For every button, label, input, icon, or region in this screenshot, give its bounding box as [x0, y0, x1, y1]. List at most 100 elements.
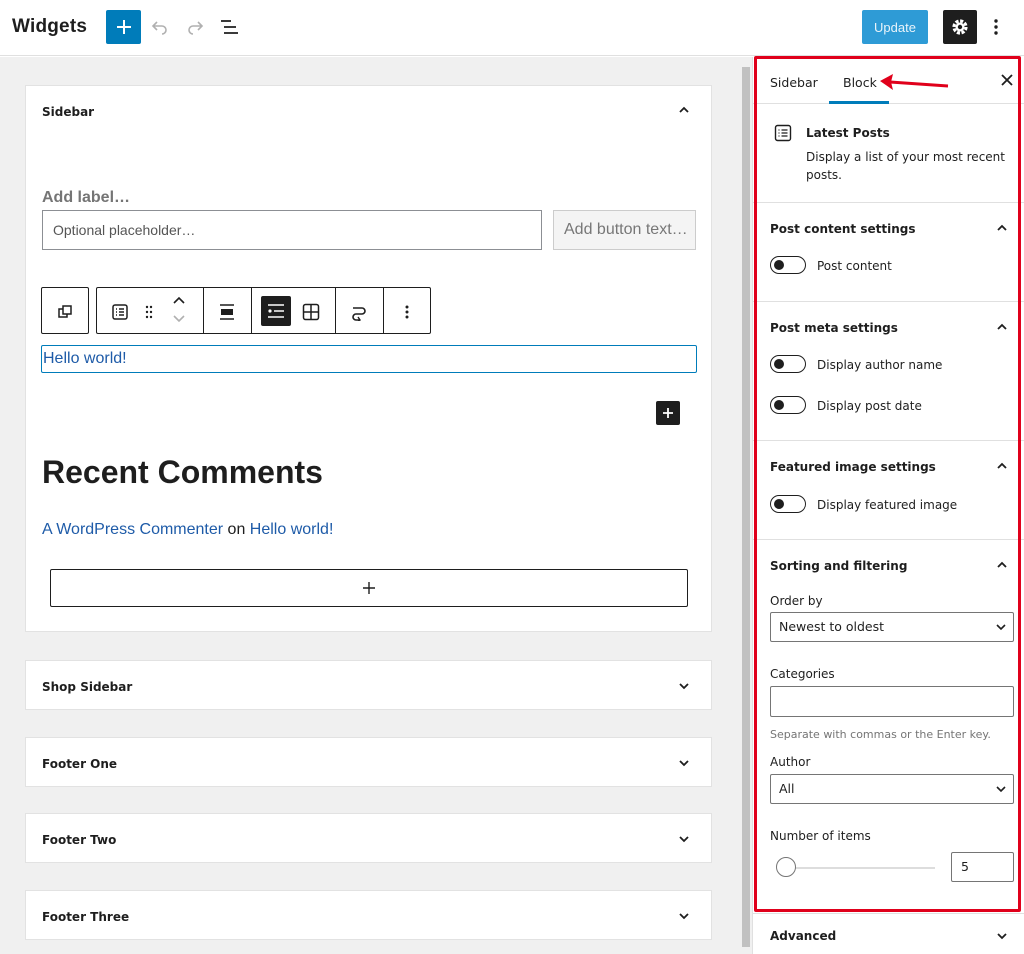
toggle-label: Post content: [817, 259, 892, 273]
widget-area-footer-two[interactable]: Footer Two: [25, 813, 712, 863]
move-up-button[interactable]: [165, 290, 193, 310]
chevron-down-icon[interactable]: [677, 679, 691, 693]
post-link[interactable]: Hello world!: [43, 350, 127, 367]
gear-icon: [952, 19, 968, 35]
search-button[interactable]: Add button text…: [553, 210, 696, 250]
featured-image-toggle[interactable]: [770, 495, 806, 513]
parent-block-button[interactable]: [51, 298, 79, 326]
drag-handle[interactable]: [135, 298, 163, 326]
comment-post-link[interactable]: Hello world!: [250, 521, 334, 538]
author-label: Author: [770, 755, 811, 769]
post-date-toggle[interactable]: [770, 396, 806, 414]
chevron-up-icon[interactable]: [995, 221, 1009, 235]
block-options-button[interactable]: [393, 298, 421, 326]
order-by-select[interactable]: Newest to oldest: [770, 612, 1014, 642]
chevron-up-icon[interactable]: [995, 558, 1009, 572]
block-type-button[interactable]: [106, 298, 134, 326]
panel-title[interactable]: Post meta settings: [770, 321, 898, 335]
transform-button[interactable]: [345, 298, 373, 326]
recent-comment-item: A WordPress Commenter on Hello world!: [42, 521, 333, 539]
search-block-label[interactable]: Add label…: [42, 189, 130, 207]
recent-comments-heading[interactable]: Recent Comments: [42, 454, 323, 491]
chevron-up-icon[interactable]: [995, 320, 1009, 334]
order-by-label: Order by: [770, 594, 823, 608]
block-card-description: Display a list of your most recent posts…: [806, 150, 1005, 182]
panel-title[interactable]: Advanced: [770, 929, 836, 943]
toggle-knob: [774, 498, 784, 509]
panel-title[interactable]: Sorting and filtering: [770, 559, 907, 573]
chevron-down-icon[interactable]: [995, 929, 1009, 943]
toolbar-divider: [251, 288, 252, 333]
number-of-items-track[interactable]: [777, 867, 935, 869]
tab-sidebar[interactable]: Sidebar: [770, 75, 818, 90]
panel-title[interactable]: Featured image settings: [770, 460, 936, 474]
list-view-icon: [221, 20, 238, 34]
widgets-canvas: Sidebar Add label… Optional placeholder……: [0, 57, 740, 954]
loop-icon: [352, 307, 366, 321]
widget-area-sidebar: Sidebar Add label… Optional placeholder……: [25, 85, 712, 632]
list-icon: [268, 304, 284, 318]
chevron-up-icon[interactable]: [995, 459, 1009, 473]
block-inserter-button[interactable]: [656, 401, 680, 425]
tab-block[interactable]: Block: [843, 75, 877, 90]
align-button[interactable]: [213, 298, 241, 326]
comment-author-link[interactable]: A WordPress Commenter: [42, 521, 223, 538]
toolbar-divider: [383, 288, 384, 333]
redo-button[interactable]: [182, 14, 208, 40]
undo-button[interactable]: [147, 14, 173, 40]
scrollbar-thumb[interactable]: [742, 67, 750, 947]
toolbar-divider: [335, 288, 336, 333]
arrow-annotation-icon: [880, 74, 949, 90]
widget-area-footer-three[interactable]: Footer Three: [25, 890, 712, 940]
options-button[interactable]: [986, 14, 1006, 40]
block-parent-selector[interactable]: [41, 287, 89, 334]
more-vertical-icon: [405, 305, 409, 319]
undo-icon: [151, 21, 167, 35]
chevron-down-icon[interactable]: [677, 832, 691, 846]
latest-posts-block[interactable]: Hello world!: [41, 345, 697, 373]
widget-area-footer-one[interactable]: Footer One: [25, 737, 712, 787]
align-wide-icon: [220, 304, 234, 320]
widget-area-title: Sidebar: [42, 105, 95, 119]
close-icon[interactable]: [1000, 73, 1014, 87]
toggle-knob: [774, 259, 784, 270]
widget-area-title: Shop Sidebar: [42, 680, 133, 694]
plus-icon: [663, 408, 673, 418]
toggle-label: Display post date: [817, 399, 922, 413]
author-name-toggle[interactable]: [770, 355, 806, 373]
categories-input[interactable]: [770, 686, 1014, 717]
chevron-up-icon[interactable]: [677, 103, 691, 117]
order-by-value: Newest to oldest: [779, 619, 885, 634]
block-toolbar-main: [96, 287, 431, 334]
plus-icon: [363, 582, 375, 594]
panel-post-content: Post content settings Post content: [753, 203, 1024, 302]
number-of-items-input[interactable]: 5: [951, 852, 1014, 882]
settings-sidebar: Sidebar Block Latest Posts Display a lis…: [752, 57, 1024, 954]
update-button[interactable]: Update: [862, 10, 928, 44]
page-title: Widgets: [12, 16, 88, 37]
chevron-down-icon[interactable]: [677, 756, 691, 770]
add-block-button[interactable]: [106, 10, 141, 44]
grid-view-toggle[interactable]: [297, 298, 325, 326]
chevron-down-icon[interactable]: [677, 909, 691, 923]
move-down-button[interactable]: [165, 310, 193, 328]
list-view-toggle[interactable]: [261, 296, 291, 326]
widget-area-title: Footer One: [42, 757, 118, 771]
number-of-items-slider[interactable]: [776, 857, 796, 877]
block-appender-button[interactable]: [50, 569, 688, 607]
widget-area-shop-sidebar[interactable]: Shop Sidebar: [25, 660, 712, 710]
author-value: All: [779, 781, 795, 796]
post-content-toggle[interactable]: [770, 256, 806, 274]
toggle-label: Display author name: [817, 358, 943, 372]
canvas-scrollbar[interactable]: [740, 57, 752, 954]
author-select[interactable]: All: [770, 774, 1014, 804]
block-card: Latest Posts Display a list of your most…: [753, 105, 1024, 203]
search-input[interactable]: Optional placeholder…: [42, 210, 542, 250]
toggle-knob: [774, 358, 784, 369]
post-list-icon: [112, 304, 128, 320]
panel-title[interactable]: Post content settings: [770, 222, 915, 236]
categories-label: Categories: [770, 667, 835, 681]
list-view-button[interactable]: [217, 14, 243, 40]
drag-handle-icon: [145, 305, 153, 319]
settings-button[interactable]: [943, 10, 977, 44]
